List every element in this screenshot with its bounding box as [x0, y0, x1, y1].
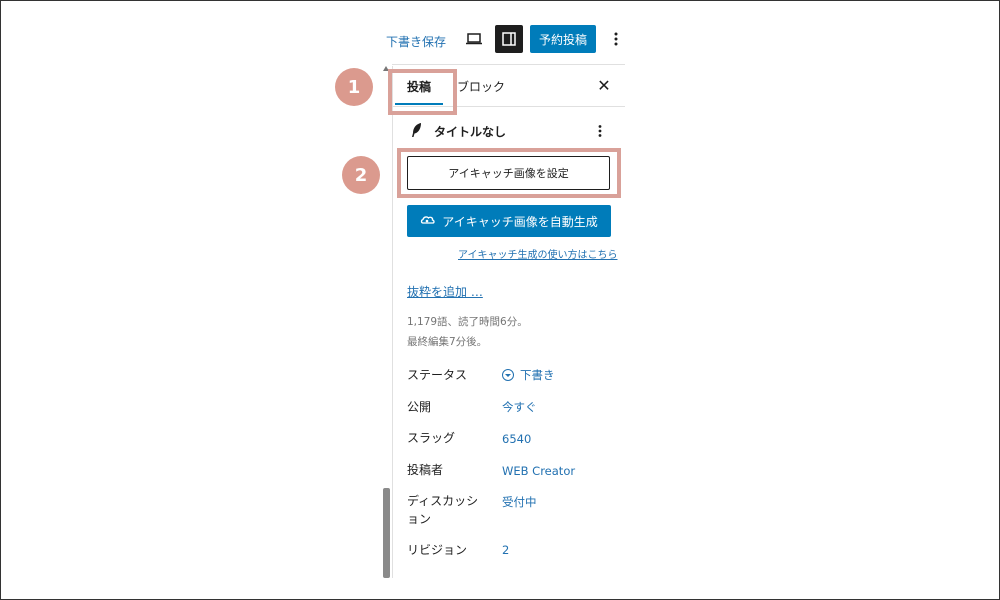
- step2-badge: 2: [342, 156, 380, 194]
- post-actions-button[interactable]: [592, 122, 608, 140]
- auto-generate-label: アイキャッチ画像を自動生成: [442, 214, 598, 229]
- publish-label: 公開: [407, 400, 432, 414]
- word-count-text: 1,179語、読了時間6分。: [407, 316, 528, 328]
- more-options-button[interactable]: [608, 28, 624, 50]
- revisions-value-button[interactable]: 2: [502, 541, 509, 559]
- sidebar-toggle-icon: [502, 32, 516, 46]
- scrollbar-thumb[interactable]: [383, 488, 390, 578]
- vertical-ellipsis-icon: [598, 125, 602, 137]
- laptop-icon: [466, 33, 482, 45]
- add-excerpt-link[interactable]: 抜粋を追加 …: [407, 283, 483, 300]
- active-tab-indicator: [395, 103, 443, 105]
- preview-button[interactable]: [464, 30, 484, 48]
- last-edited-text: 最終編集7分後。: [407, 336, 488, 348]
- feather-icon: [410, 122, 424, 138]
- author-value-button[interactable]: WEB Creator: [502, 462, 575, 480]
- step1-badge: 1: [335, 68, 373, 106]
- tab-post[interactable]: 投稿: [407, 78, 431, 95]
- author-label: 投稿者: [407, 463, 444, 477]
- schedule-publish-button[interactable]: 予約投稿: [530, 25, 596, 53]
- status-label: ステータス: [407, 368, 468, 382]
- discussion-value-button[interactable]: 受付中: [502, 493, 537, 511]
- image-sparkle-icon: [421, 216, 435, 224]
- status-value-button[interactable]: 下書き: [502, 366, 555, 384]
- post-title: タイトルなし: [434, 125, 507, 139]
- tab-block[interactable]: ブロック: [457, 78, 505, 95]
- save-draft-button[interactable]: 下書き保存: [386, 33, 446, 50]
- close-sidebar-button[interactable]: ✕: [596, 78, 612, 94]
- set-featured-image-button[interactable]: アイキャッチ画像を設定: [407, 156, 610, 190]
- revisions-label: リビジョン: [407, 543, 468, 557]
- auto-generate-featured-image-button[interactable]: アイキャッチ画像を自動生成: [407, 205, 611, 237]
- auto-generate-help-link[interactable]: アイキャッチ生成の使い方はこちら: [458, 246, 618, 261]
- settings-toggle-button[interactable]: [495, 25, 523, 53]
- draft-status-icon: [502, 369, 514, 381]
- slug-value-button[interactable]: 6540: [502, 430, 531, 448]
- vertical-ellipsis-icon: [614, 32, 618, 46]
- tabs-divider: [392, 106, 625, 107]
- panel-border: [392, 66, 393, 578]
- toolbar-divider: [392, 64, 625, 65]
- status-value: 下書き: [520, 368, 555, 382]
- publish-value-button[interactable]: 今すぐ: [502, 398, 537, 416]
- discussion-label: ディスカッション: [407, 494, 479, 526]
- slug-label: スラッグ: [407, 431, 456, 445]
- scroll-up-arrow-icon[interactable]: [383, 66, 389, 71]
